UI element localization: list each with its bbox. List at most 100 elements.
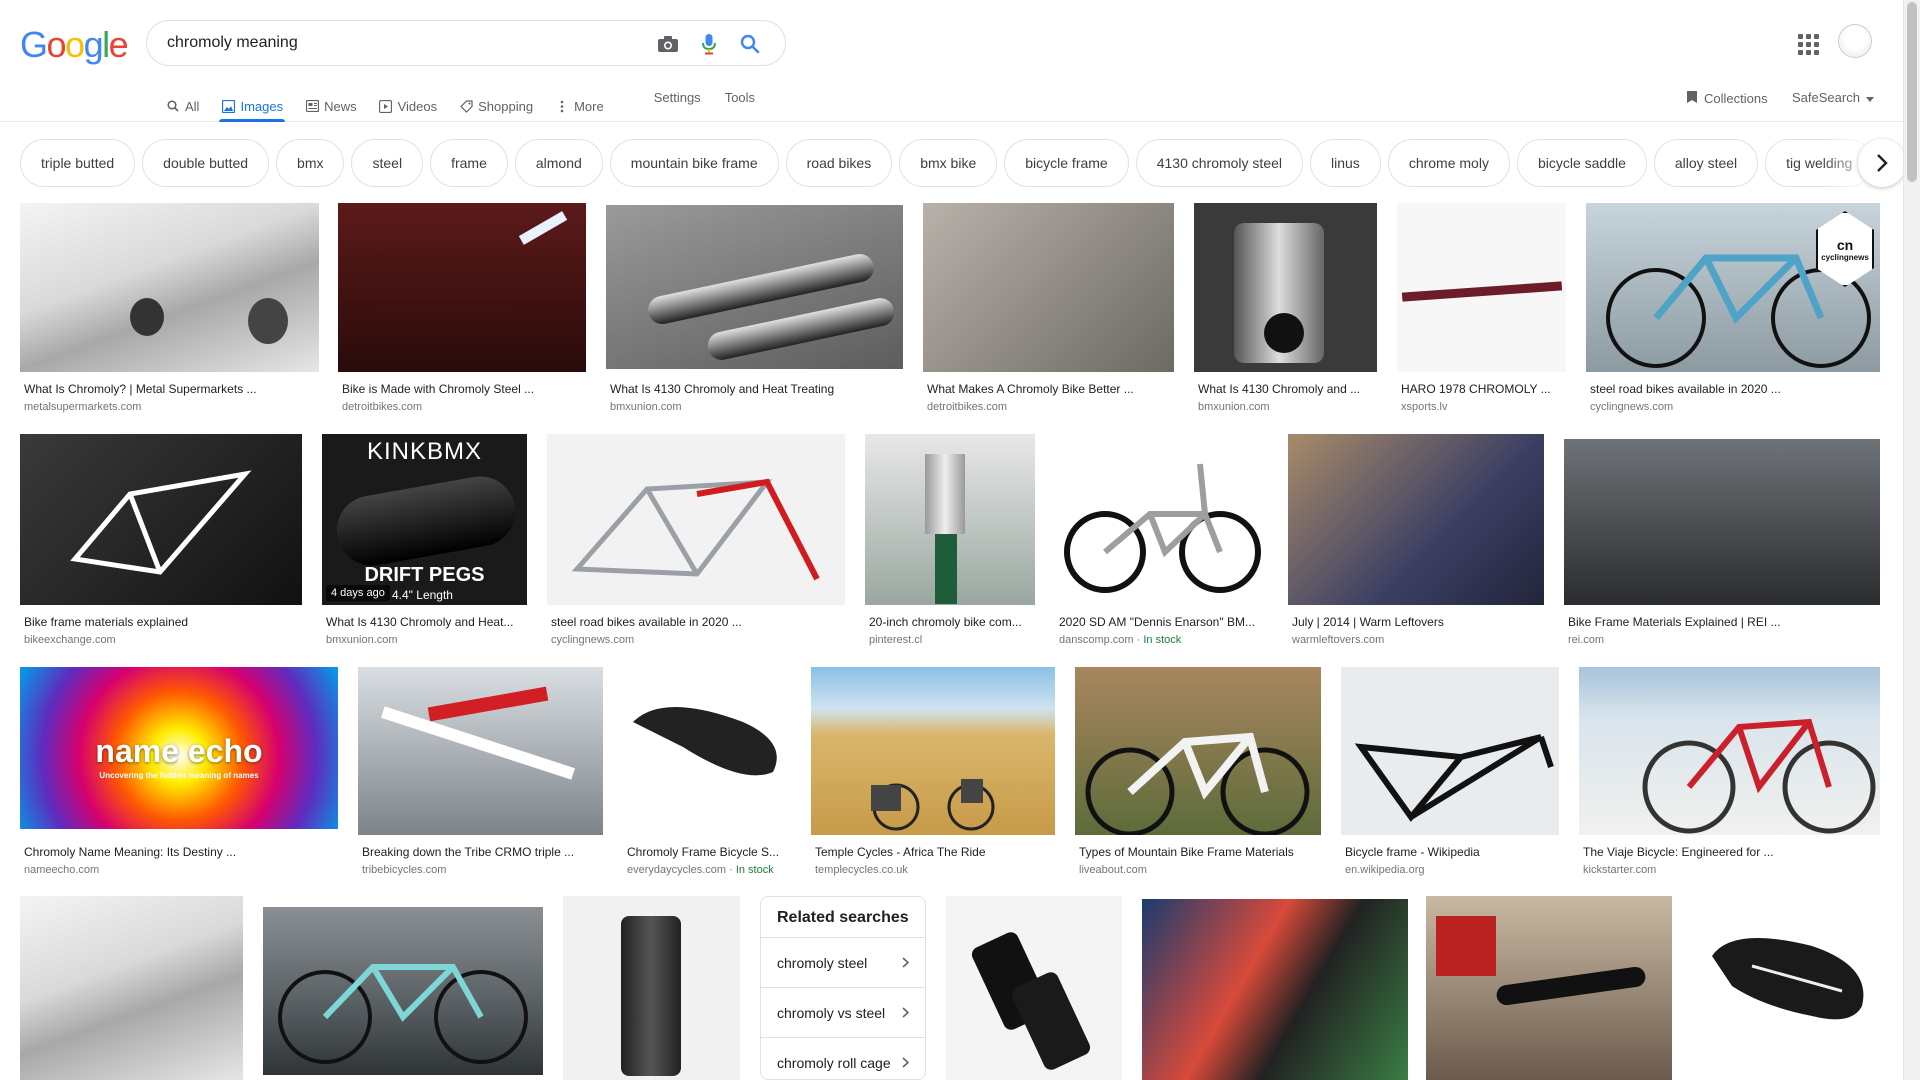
suggestion-chip[interactable]: chrome moly: [1387, 139, 1510, 187]
result-source: everydaycycles.com · In stock: [627, 864, 774, 876]
result-source: rei.com: [1568, 634, 1604, 646]
result-thumbnail: [811, 667, 1055, 835]
google-logo[interactable]: Google: [20, 24, 129, 66]
result-source: xsports.lv: [1401, 401, 1447, 413]
image-result[interactable]: [946, 896, 1122, 1080]
product-name: DRIFT PEGS: [364, 564, 485, 586]
settings-link[interactable]: Settings: [654, 82, 701, 105]
related-search-item[interactable]: chromoly vs steel: [761, 987, 925, 1037]
video-icon: [379, 99, 393, 113]
related-search-label: chromoly vs steel: [777, 1004, 886, 1021]
apps-grid-icon[interactable]: [1796, 32, 1820, 56]
result-title[interactable]: steel road bikes available in 2020 ...: [551, 615, 841, 629]
suggestion-chip[interactable]: almond: [514, 139, 603, 187]
result-title[interactable]: Temple Cycles - Africa The Ride: [815, 845, 1051, 859]
result-thumbnail: [1055, 434, 1268, 605]
result-title[interactable]: 2020 SD AM "Dennis Enarson" BM...: [1059, 615, 1264, 629]
tab-label: Videos: [397, 98, 438, 114]
tools-link[interactable]: Tools: [725, 82, 755, 105]
result-title[interactable]: Bicycle frame - Wikipedia: [1345, 845, 1555, 859]
result-title[interactable]: What Is 4130 Chromoly and Heat Treating: [610, 382, 899, 396]
suggestion-chip[interactable]: 4130 chromoly steel: [1135, 139, 1304, 187]
camera-icon[interactable]: [655, 31, 681, 57]
suggestion-chip[interactable]: linus: [1310, 139, 1381, 187]
result-title[interactable]: What Is Chromoly? | Metal Supermarkets .…: [24, 382, 315, 396]
result-title[interactable]: Breaking down the Tribe CRMO triple ...: [362, 845, 599, 859]
source-domain: danscomp.com: [1059, 634, 1134, 646]
source-domain: rei.com: [1568, 634, 1605, 646]
image-result[interactable]: [1142, 899, 1408, 1080]
source-domain: bmxunion.com: [326, 634, 398, 646]
source-domain: xsports.lv: [1401, 401, 1448, 413]
time-badge: 4 days ago: [326, 585, 390, 601]
search-icon[interactable]: [737, 31, 763, 57]
tab-videos[interactable]: Videos: [379, 82, 438, 122]
chevron-right-icon: [902, 1005, 910, 1021]
suggestion-chip[interactable]: mountain bike frame: [609, 139, 779, 187]
image-result[interactable]: [1692, 896, 1880, 1080]
nameecho-tagline: Uncovering the hidden meaning of names: [99, 771, 259, 780]
suggestion-chip[interactable]: frame: [430, 139, 508, 187]
suggestion-chip[interactable]: alloy steel: [1653, 139, 1759, 187]
news-icon: [305, 99, 319, 113]
suggestion-chip[interactable]: bmx: [276, 139, 345, 187]
result-title[interactable]: What Is 4130 Chromoly and Heat...: [326, 615, 523, 629]
image-result[interactable]: [20, 896, 243, 1080]
result-title[interactable]: HARO 1978 CHROMOLY ...: [1401, 382, 1562, 396]
suggestion-chip[interactable]: double butted: [142, 139, 270, 187]
suggestion-chip[interactable]: bicycle frame: [1004, 139, 1129, 187]
image-result[interactable]: [263, 907, 543, 1075]
result-title[interactable]: Bike is Made with Chromoly Steel ...: [342, 382, 582, 396]
result-source: pinterest.cl: [869, 634, 922, 646]
header: Google All Images News Videos: [0, 0, 1920, 122]
result-title[interactable]: July | 2014 | Warm Leftovers: [1292, 615, 1540, 629]
result-title[interactable]: What Makes A Chromoly Bike Better ...: [927, 382, 1170, 396]
tab-news[interactable]: News: [305, 82, 357, 122]
suggestion-chip[interactable]: bmx bike: [899, 139, 998, 187]
result-thumbnail: [20, 203, 319, 372]
search-box: [146, 20, 786, 66]
collections-link[interactable]: Collections: [1686, 90, 1768, 107]
result-thumbnail: [1426, 896, 1672, 1080]
search-input[interactable]: [167, 34, 637, 52]
related-search-item[interactable]: chromoly roll cage: [761, 1037, 925, 1079]
suggestion-chip[interactable]: steel: [351, 139, 424, 187]
image-result[interactable]: [563, 896, 740, 1080]
suggestion-chip[interactable]: triple butted: [20, 139, 136, 187]
suggestion-chip[interactable]: road bikes: [785, 139, 893, 187]
image-result[interactable]: [1426, 896, 1672, 1080]
result-title[interactable]: Chromoly Frame Bicycle S...: [627, 845, 787, 859]
tab-images[interactable]: Images: [219, 82, 285, 122]
result-source: bikeexchange.com: [24, 634, 116, 646]
suggestion-chip[interactable]: bicycle saddle: [1516, 139, 1647, 187]
result-thumbnail: [1579, 667, 1880, 835]
result-thumbnail: [946, 896, 1122, 1080]
avatar[interactable]: [1838, 24, 1872, 58]
result-thumbnail: [1692, 896, 1880, 1080]
source-domain: pinterest.cl: [869, 634, 923, 646]
result-title[interactable]: What Is 4130 Chromoly and ...: [1198, 382, 1373, 396]
result-title[interactable]: steel road bikes available in 2020 ...: [1590, 382, 1876, 396]
tab-more[interactable]: More: [555, 82, 604, 122]
microphone-icon[interactable]: [696, 31, 722, 57]
result-title[interactable]: Bike frame materials explained: [24, 615, 298, 629]
result-title[interactable]: Bike Frame Materials Explained | REI ...: [1568, 615, 1876, 629]
result-source: liveabout.com: [1079, 864, 1147, 876]
search-icon: [166, 99, 180, 113]
tab-label: All: [185, 98, 200, 114]
tab-shopping[interactable]: Shopping: [459, 82, 533, 122]
result-title[interactable]: Chromoly Name Meaning: Its Destiny ...: [24, 845, 334, 859]
result-title[interactable]: The Viaje Bicycle: Engineered for ...: [1583, 845, 1876, 859]
stock-status: In stock: [1143, 634, 1182, 646]
chevron-right-icon[interactable]: [1858, 139, 1906, 187]
safesearch-menu[interactable]: SafeSearch: [1792, 90, 1874, 105]
tab-label: Images: [240, 98, 284, 114]
result-title[interactable]: 20-inch chromoly bike com...: [869, 615, 1031, 629]
related-search-item[interactable]: chromoly steel: [761, 937, 925, 987]
result-title[interactable]: Types of Mountain Bike Frame Materials: [1079, 845, 1317, 859]
scrollbar[interactable]: [1903, 0, 1920, 1080]
bookmark-icon: [1686, 90, 1698, 107]
tab-all[interactable]: All: [166, 82, 199, 122]
result-thumbnail: [1564, 439, 1880, 605]
scrollbar-thumb[interactable]: [1907, 2, 1917, 182]
